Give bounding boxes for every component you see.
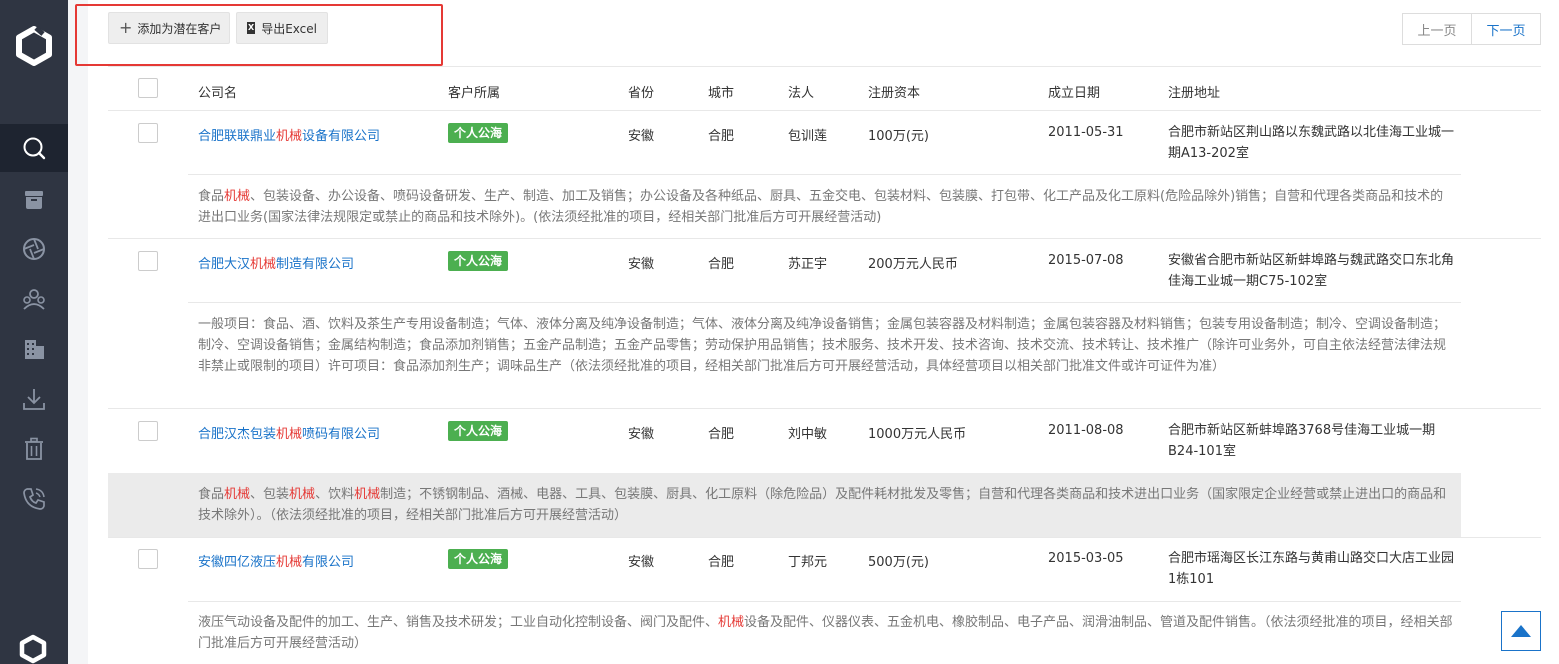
row-checkbox[interactable] <box>138 421 158 441</box>
row-divider <box>108 408 1541 409</box>
date-cell: 2011-08-08 <box>1048 423 1124 438</box>
nav-phone[interactable] <box>0 475 68 523</box>
nav-building[interactable] <box>0 325 68 373</box>
column-header-date[interactable]: 成立日期 <box>1048 82 1100 101</box>
sidebar <box>0 0 68 664</box>
company-name-link[interactable]: 合肥联联鼎业机械设备有限公司 <box>198 125 380 144</box>
sidebar-gutter <box>68 0 88 664</box>
province-cell: 安徽 <box>628 427 655 442</box>
footer-logo-icon <box>19 634 47 664</box>
building-icon <box>25 340 44 359</box>
download-icon <box>23 389 45 410</box>
address-cell: 合肥市新站区新蚌埠路3768号佳海工业城一期B24-101室 <box>1168 423 1436 459</box>
phone-call-icon <box>23 488 45 510</box>
date-cell: 2011-05-31 <box>1048 125 1124 140</box>
capital-cell: 200万元人民币 <box>868 257 958 272</box>
trash-icon <box>25 437 43 460</box>
row-checkbox[interactable] <box>138 123 158 143</box>
company-name-link[interactable]: 合肥大汉机械制造有限公司 <box>198 253 354 272</box>
toolbar-divider <box>108 66 1541 67</box>
column-header-company[interactable]: 公司名 <box>198 82 237 101</box>
back-to-top-button[interactable] <box>1501 611 1541 651</box>
nav-download[interactable] <box>0 375 68 423</box>
owner-tag: 个人公海 <box>448 549 509 569</box>
row-divider <box>108 537 1541 538</box>
address-cell: 合肥市瑶海区长江东路与黄甫山路交口大店工业园1栋101 <box>1168 551 1455 587</box>
row-divider <box>188 174 1461 175</box>
column-header-address[interactable]: 注册地址 <box>1168 82 1220 101</box>
arrow-up-icon <box>1511 625 1531 637</box>
select-all-checkbox[interactable] <box>138 78 158 98</box>
column-header-province[interactable]: 省份 <box>628 82 654 101</box>
header-divider <box>108 110 1541 111</box>
nav-trash[interactable] <box>0 425 68 473</box>
legal-person-cell: 丁邦元 <box>788 555 828 570</box>
province-cell: 安徽 <box>628 129 655 144</box>
business-scope-text: 一般项目：食品、酒、饮料及茶生产专用设备制造；气体、液体分离及纯净设备制造；气体… <box>198 317 1447 374</box>
legal-person-cell: 包训莲 <box>788 129 828 144</box>
city-cell: 合肥 <box>708 427 735 442</box>
province-cell: 安徽 <box>628 257 655 272</box>
legal-person-cell: 刘中敏 <box>788 427 828 442</box>
column-header-owner[interactable]: 客户所属 <box>448 82 500 101</box>
row-divider <box>108 238 1541 239</box>
business-scope-text: 液压气动设备及配件的加工、生产、销售及技术研发；工业自动化控制设备、阀门及配件、… <box>198 615 1453 651</box>
team-icon <box>23 289 45 310</box>
date-cell: 2015-03-05 <box>1048 551 1124 566</box>
legal-person-cell: 苏正宇 <box>788 257 828 272</box>
city-cell: 合肥 <box>708 129 735 144</box>
app-logo-icon[interactable] <box>14 26 54 66</box>
row-checkbox[interactable] <box>138 251 158 271</box>
business-scope-text: 食品机械、包装机械、饮料机械制造；不锈钢制品、酒械、电器、工具、包装膜、厨具、化… <box>198 487 1447 523</box>
pagination: 上一页 下一页 <box>1402 13 1541 45</box>
row-divider <box>188 302 1461 303</box>
capital-cell: 1000万元人民币 <box>868 427 967 442</box>
column-header-capital[interactable]: 注册资本 <box>868 82 920 101</box>
date-cell: 2015-07-08 <box>1048 253 1124 268</box>
nav-search[interactable] <box>0 124 68 172</box>
business-scope-text: 食品机械、包装设备、办公设备、喷码设备研发、生产、制造、加工及销售；办公设备及各… <box>198 189 1444 225</box>
annotation-highlight-box <box>75 4 443 66</box>
owner-tag: 个人公海 <box>448 421 509 441</box>
nav-team[interactable] <box>0 275 68 323</box>
row-checkbox[interactable] <box>138 549 158 569</box>
aperture-icon <box>23 238 45 260</box>
archive-box-icon <box>25 191 43 209</box>
owner-tag: 个人公海 <box>448 123 509 143</box>
nav-aperture[interactable] <box>0 225 68 273</box>
owner-tag: 个人公海 <box>448 251 509 271</box>
province-cell: 安徽 <box>628 555 655 570</box>
address-cell: 安徽省合肥市新站区新蚌埠路与魏武路交口东北角佳海工业城一期C75-102室 <box>1168 253 1455 289</box>
next-page-button[interactable]: 下一页 <box>1472 14 1540 44</box>
nav-archive[interactable] <box>0 175 68 223</box>
company-name-link[interactable]: 安徽四亿液压机械有限公司 <box>198 551 354 570</box>
company-name-link[interactable]: 合肥汉杰包装机械喷码有限公司 <box>198 423 380 442</box>
row-divider <box>188 601 1461 602</box>
city-cell: 合肥 <box>708 555 735 570</box>
column-header-city[interactable]: 城市 <box>708 82 734 101</box>
capital-cell: 100万(元) <box>868 129 929 144</box>
search-icon <box>23 137 46 160</box>
capital-cell: 500万(元) <box>868 555 929 570</box>
city-cell: 合肥 <box>708 257 735 272</box>
prev-page-button[interactable]: 上一页 <box>1403 14 1472 44</box>
column-header-legal[interactable]: 法人 <box>788 82 814 101</box>
address-cell: 合肥市新站区荆山路以东魏武路以北佳海工业城一期A13-202室 <box>1168 125 1455 161</box>
